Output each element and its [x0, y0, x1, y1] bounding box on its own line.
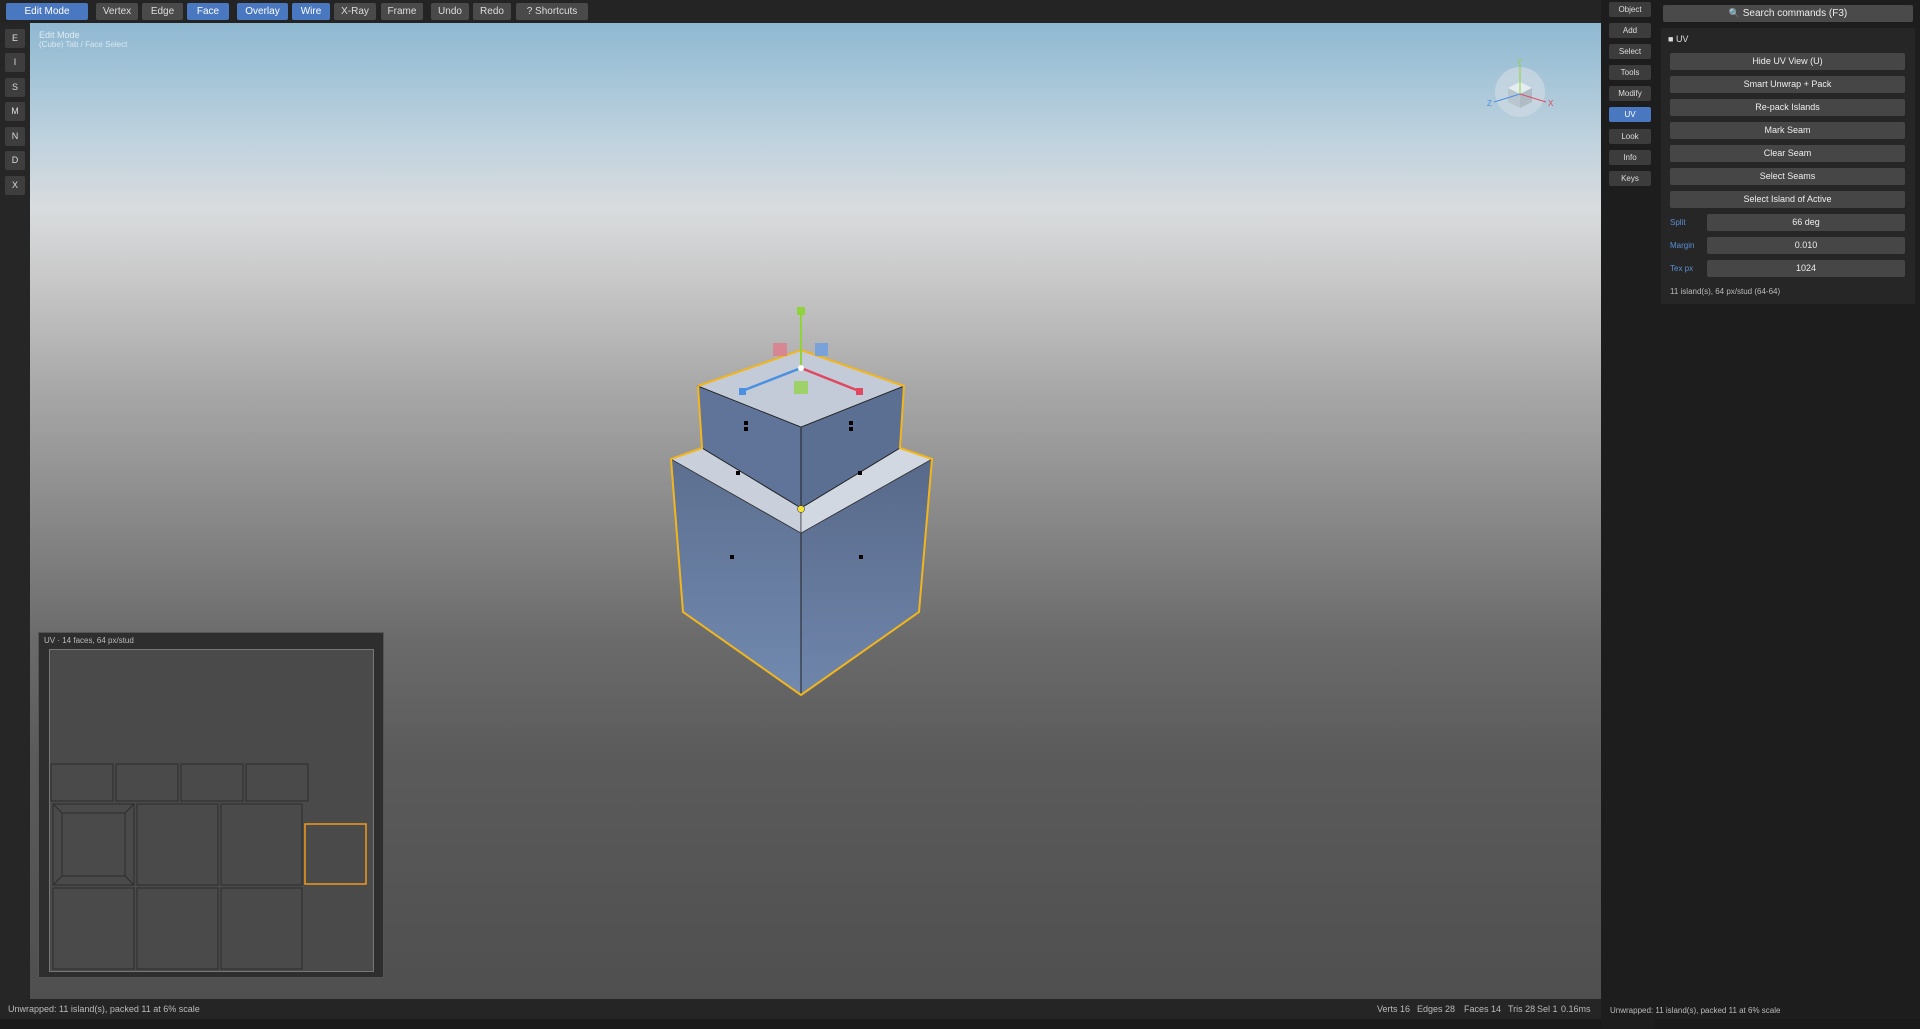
- tool-extrude[interactable]: E: [5, 29, 25, 48]
- gizmo-x-label: X: [1548, 99, 1554, 108]
- uv-panel-title: UV · 14 faces, 64 px/stud: [44, 636, 134, 645]
- undo-button[interactable]: Undo: [431, 3, 469, 20]
- smart-unwrap-button[interactable]: Smart Unwrap + Pack: [1670, 76, 1905, 93]
- tool-scale[interactable]: S: [5, 78, 25, 97]
- hide-uv-view-button[interactable]: Hide UV View (U): [1670, 53, 1905, 70]
- active-vertex[interactable]: [797, 505, 805, 513]
- tool-normals[interactable]: N: [5, 127, 25, 146]
- tool-inset[interactable]: I: [5, 53, 25, 72]
- vertex-select-button[interactable]: Vertex: [96, 3, 138, 20]
- margin-label: Margin: [1670, 241, 1695, 250]
- shortcuts-button[interactable]: ? Shortcuts: [516, 3, 588, 20]
- select-island-button[interactable]: Select Island of Active: [1670, 191, 1905, 208]
- stat-selected: Sel 1: [1537, 1004, 1558, 1014]
- wire-toggle[interactable]: Wire: [292, 3, 330, 20]
- tab-select[interactable]: Select: [1609, 44, 1651, 59]
- texpx-label: Tex px: [1670, 264, 1694, 273]
- command-search[interactable]: 🔍 Search commands (F3): [1663, 5, 1913, 22]
- xray-toggle[interactable]: X-Ray: [334, 3, 376, 20]
- edit-mode-button[interactable]: Edit Mode: [6, 3, 88, 20]
- uv-island[interactable]: [115, 763, 179, 802]
- tab-keys[interactable]: Keys: [1609, 171, 1651, 186]
- search-icon: 🔍: [1728, 8, 1740, 18]
- tab-info[interactable]: Info: [1609, 150, 1651, 165]
- gizmo-y-label: Y: [1517, 58, 1523, 67]
- edge-select-button[interactable]: Edge: [142, 3, 183, 20]
- uv-island[interactable]: [136, 803, 219, 886]
- left-toolstrip: E I S M N D X: [0, 23, 30, 999]
- tab-add[interactable]: Add: [1609, 23, 1651, 38]
- mark-seam-button[interactable]: Mark Seam: [1670, 122, 1905, 139]
- select-seams-button[interactable]: Select Seams: [1670, 168, 1905, 185]
- status-message: Unwrapped: 11 island(s), packed 11 at 6%…: [8, 1004, 200, 1014]
- uv-island-inner: [61, 812, 126, 877]
- uv-island[interactable]: [220, 887, 303, 970]
- stat-verts: Verts 16: [1377, 1004, 1411, 1014]
- margin-field[interactable]: 0.010: [1707, 237, 1905, 254]
- overlay-toggle[interactable]: Overlay: [237, 3, 288, 20]
- tab-tools[interactable]: Tools: [1609, 65, 1651, 80]
- texpx-field[interactable]: 1024: [1707, 260, 1905, 277]
- redo-button[interactable]: Redo: [473, 3, 511, 20]
- uv-island[interactable]: [52, 887, 135, 970]
- right-status-message: Unwrapped: 11 island(s), packed 11 at 6%…: [1610, 1006, 1781, 1015]
- uv-island[interactable]: [50, 763, 114, 802]
- frame-button[interactable]: Frame: [381, 3, 423, 20]
- tab-uv[interactable]: UV: [1609, 107, 1651, 122]
- status-bar: Unwrapped: 11 island(s), packed 11 at 6%…: [0, 999, 1601, 1019]
- stat-edges: Edges 28: [1417, 1004, 1456, 1014]
- section-header-uv[interactable]: ■ UV: [1668, 34, 1688, 44]
- section-title: UV: [1675, 34, 1689, 44]
- navigation-gizmo[interactable]: Y Z X: [1486, 58, 1556, 118]
- uv-editor-panel[interactable]: UV · 14 faces, 64 px/stud: [38, 632, 384, 978]
- uv-island[interactable]: [245, 763, 309, 802]
- right-tab-column: Object Add Select Tools Modify UV Look I…: [1601, 0, 1655, 1029]
- uv-info-text: 11 island(s), 64 px/stud (64-64): [1670, 287, 1781, 296]
- section-bullet-icon: ■: [1668, 34, 1676, 44]
- gizmo-z-label: Z: [1487, 99, 1492, 108]
- properties-panel: 🔍 Search commands (F3) ■ UV Hide UV View…: [1655, 0, 1920, 1019]
- repack-islands-button[interactable]: Re-pack Islands: [1670, 99, 1905, 116]
- split-label: Split: [1670, 218, 1686, 227]
- tab-look[interactable]: Look: [1609, 129, 1651, 144]
- uv-island-selected[interactable]: [304, 823, 367, 885]
- uv-canvas[interactable]: [49, 649, 374, 972]
- uv-island[interactable]: [52, 803, 135, 886]
- uv-island[interactable]: [136, 887, 219, 970]
- tool-delete[interactable]: X: [5, 176, 25, 195]
- tool-duplicate[interactable]: D: [5, 151, 25, 170]
- uv-island[interactable]: [220, 803, 303, 886]
- top-toolbar: Edit Mode Vertex Edge Face Overlay Wire …: [0, 0, 1601, 23]
- stat-frame-time: 0.16ms: [1561, 1004, 1591, 1014]
- tool-merge[interactable]: M: [5, 102, 25, 121]
- command-search-label: Search commands (F3): [1742, 8, 1848, 19]
- tab-modify[interactable]: Modify: [1609, 86, 1651, 101]
- stat-tris: Tris 28: [1508, 1004, 1536, 1014]
- face-select-button[interactable]: Face: [187, 3, 229, 20]
- split-field[interactable]: 66 deg: [1707, 214, 1905, 231]
- tab-object[interactable]: Object: [1609, 2, 1651, 17]
- uv-island[interactable]: [180, 763, 244, 802]
- stat-faces: Faces 14: [1464, 1004, 1502, 1014]
- clear-seam-button[interactable]: Clear Seam: [1670, 145, 1905, 162]
